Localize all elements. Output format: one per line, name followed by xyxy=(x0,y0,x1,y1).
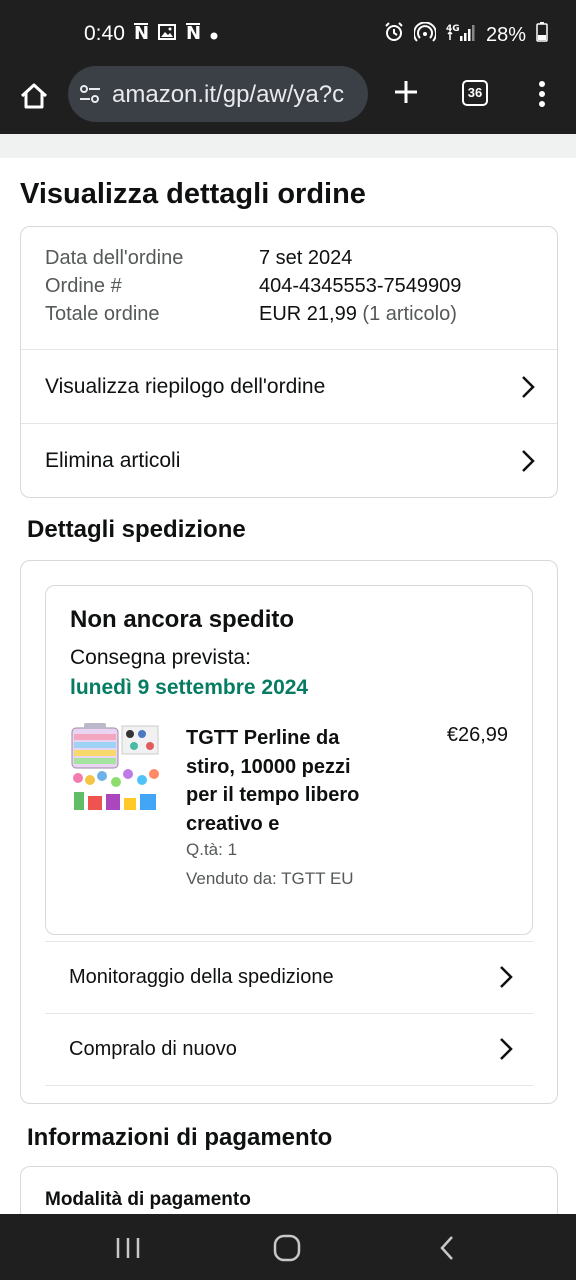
image-icon xyxy=(158,24,176,45)
status-bar: 0:40 N N 4G 28% xyxy=(0,0,576,66)
order-number-value: 404-4345553-7549909 xyxy=(259,275,462,297)
delivery-label: Consegna prevista: xyxy=(70,646,251,669)
hotspot-icon xyxy=(412,21,437,48)
svg-text:4G: 4G xyxy=(446,24,460,34)
chevron-right-icon xyxy=(497,1036,515,1062)
payment-card: Modalità di pagamento xyxy=(20,1166,558,1214)
home-nav-icon[interactable] xyxy=(271,1232,303,1264)
address-bar[interactable]: amazon.it/gp/aw/ya?c xyxy=(68,66,368,122)
shipment-box: Non ancora spedito Consegna prevista: lu… xyxy=(45,585,533,935)
view-order-summary-link[interactable]: Visualizza riepilogo dell'ordine xyxy=(21,349,557,423)
shipping-card: Non ancora spedito Consegna prevista: lu… xyxy=(20,560,558,1104)
order-total-label: Totale ordine xyxy=(45,303,160,325)
order-number-row: Ordine # 404-4345553-7549909 xyxy=(45,275,533,303)
product-name-link[interactable]: TGTT Perline da stiro, 10000 pezzi per i… xyxy=(186,724,386,838)
top-strip xyxy=(0,134,576,158)
order-summary-card: Data dell'ordine 7 set 2024 Ordine # 404… xyxy=(20,226,558,498)
payment-method-label: Modalità di pagamento xyxy=(45,1189,251,1210)
clock: 0:40 xyxy=(84,22,125,45)
browser-toolbar: amazon.it/gp/aw/ya?c 36 xyxy=(0,66,576,134)
signal-icon: 4G xyxy=(446,22,476,48)
svg-text:N: N xyxy=(186,23,200,42)
chevron-right-icon xyxy=(519,374,537,400)
product-price: €26,99 xyxy=(446,724,508,746)
order-total-value: EUR 21,99 (1 articolo) xyxy=(259,303,457,331)
alarm-icon xyxy=(384,22,404,48)
product-seller: Venduto da: TGTT EU xyxy=(186,869,354,888)
tab-switcher-button[interactable]: 36 xyxy=(462,80,488,106)
site-settings-icon[interactable] xyxy=(78,82,102,106)
svg-text:N: N xyxy=(134,23,148,42)
buy-again-label: Compralo di nuovo xyxy=(69,1038,237,1060)
order-total-items: (1 articolo) xyxy=(362,303,457,325)
order-date-value: 7 set 2024 xyxy=(259,247,353,269)
track-shipment-label: Monitoraggio della spedizione xyxy=(69,966,334,988)
order-info: Data dell'ordine 7 set 2024 Ordine # 404… xyxy=(21,227,557,349)
shipping-section-title: Dettagli spedizione xyxy=(27,516,246,543)
product-quantity: Q.tà: 1 xyxy=(186,840,238,859)
system-icons: 4G 28% xyxy=(384,21,548,48)
product-image[interactable] xyxy=(70,722,162,816)
news-icon: N xyxy=(186,22,201,47)
delivery-date: lunedì 9 settembre 2024 xyxy=(70,676,309,699)
shipment-status: Non ancora spedito xyxy=(70,606,295,633)
system-nav-bar xyxy=(0,1214,576,1280)
page-title: Visualizza dettagli ordine xyxy=(20,178,366,210)
track-shipment-link[interactable]: Monitoraggio della spedizione xyxy=(45,941,533,1013)
battery-percent: 28% xyxy=(485,23,526,46)
buy-again-link[interactable]: Compralo di nuovo xyxy=(45,1013,533,1085)
divider xyxy=(45,1085,533,1086)
order-total-amount: EUR 21,99 xyxy=(259,303,357,325)
home-icon[interactable] xyxy=(18,80,50,112)
chevron-right-icon xyxy=(497,964,515,990)
payment-section-title: Informazioni di pagamento xyxy=(27,1124,333,1151)
order-number-label: Ordine # xyxy=(45,275,122,297)
chevron-right-icon xyxy=(519,448,537,474)
new-tab-icon[interactable] xyxy=(392,78,420,106)
page-content: Visualizza dettagli ordine Data dell'ord… xyxy=(0,134,576,1214)
order-date-label: Data dell'ordine xyxy=(45,247,184,269)
recent-apps-icon[interactable] xyxy=(112,1232,144,1264)
news-icon: N xyxy=(134,22,149,47)
delete-items-label: Elimina articoli xyxy=(45,448,181,472)
delete-items-link[interactable]: Elimina articoli xyxy=(21,423,557,497)
more-menu-icon[interactable] xyxy=(536,80,548,108)
back-icon[interactable] xyxy=(432,1232,464,1264)
battery-icon xyxy=(536,22,548,48)
notification-icons: N N xyxy=(134,22,218,47)
dot-icon xyxy=(210,24,218,45)
order-date-row: Data dell'ordine 7 set 2024 xyxy=(45,247,533,275)
order-total-row: Totale ordine EUR 21,99 (1 articolo) xyxy=(45,303,533,331)
url-text[interactable]: amazon.it/gp/aw/ya?c xyxy=(112,81,364,109)
view-order-summary-label: Visualizza riepilogo dell'ordine xyxy=(45,374,326,398)
